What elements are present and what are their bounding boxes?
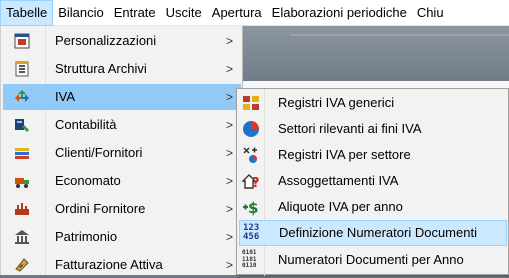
menu-item-fatturazione-attiva[interactable]: Fatturazione Attiva > bbox=[3, 252, 241, 278]
menu-item-iva[interactable]: IVA > bbox=[3, 84, 241, 110]
chevron-right-icon: > bbox=[226, 202, 234, 216]
chevron-right-icon: > bbox=[226, 34, 234, 48]
clients-suppliers-icon bbox=[14, 145, 30, 161]
assets-icon bbox=[14, 229, 30, 245]
submenu-item-label: Registri IVA per settore bbox=[278, 147, 411, 162]
menu-item-label: Economato bbox=[55, 173, 121, 188]
chevron-right-icon: > bbox=[226, 230, 234, 244]
menubar-item-apertura[interactable]: Apertura bbox=[207, 0, 267, 26]
submenu-item-registri-iva-generici[interactable]: Registri IVA generici bbox=[239, 90, 507, 116]
dollar-icon: $ bbox=[242, 198, 260, 216]
menu-item-struttura-archivi[interactable]: Struttura Archivi > bbox=[3, 56, 241, 82]
chevron-right-icon: > bbox=[226, 174, 234, 188]
menu-item-label: Fatturazione Attiva bbox=[55, 257, 163, 272]
menubar-item-entrate[interactable]: Entrate bbox=[109, 0, 161, 26]
menu-item-contabilita[interactable]: Contabilità > bbox=[3, 112, 241, 138]
binary-digits-row3: 0110 bbox=[242, 262, 257, 269]
recycle-arrows-icon bbox=[14, 89, 30, 105]
chevron-right-icon: > bbox=[226, 62, 234, 76]
svg-text:$: $ bbox=[248, 199, 258, 216]
menu-item-label: Patrimonio bbox=[55, 229, 118, 244]
menubar-item-chiusura[interactable]: Chiu bbox=[412, 0, 449, 26]
numbering-icon: 123 456 bbox=[243, 224, 261, 242]
question-icon: ? bbox=[242, 172, 260, 190]
menu-item-patrimonio[interactable]: Patrimonio > bbox=[3, 224, 241, 250]
submenu-item-assoggettamenti-iva[interactable]: ? Assoggettamenti IVA bbox=[239, 168, 507, 194]
truck-icon bbox=[14, 173, 30, 189]
iva-submenu: Registri IVA generici Settori rilevanti … bbox=[236, 88, 509, 276]
menu-item-label: Ordini Fornitore bbox=[55, 201, 146, 216]
tabelle-dropdown-menu: Personalizzazioni > Struttura Archivi > … bbox=[0, 26, 243, 275]
menu-item-label: Clienti/Fornitori bbox=[55, 145, 143, 160]
submenu-item-label: Assoggettamenti IVA bbox=[278, 173, 399, 188]
globe-icon bbox=[242, 120, 260, 138]
menubar-item-bilancio[interactable]: Bilancio bbox=[53, 0, 109, 26]
archive-structure-icon bbox=[14, 61, 30, 77]
submenu-item-definizione-numeratori[interactable]: 123 456 Definizione Numeratori Documenti bbox=[239, 220, 507, 246]
registers-icon bbox=[242, 94, 260, 112]
menu-item-ordini-fornitore[interactable]: Ordini Fornitore > bbox=[3, 196, 241, 222]
submenu-item-aliquote-iva[interactable]: $ Aliquote IVA per anno bbox=[239, 194, 507, 220]
menu-item-economato[interactable]: Economato > bbox=[3, 168, 241, 194]
submenu-item-label: Definizione Numeratori Documenti bbox=[279, 225, 477, 240]
chevron-right-icon: > bbox=[226, 258, 234, 272]
invoicing-icon bbox=[14, 257, 30, 273]
svg-text:?: ? bbox=[252, 176, 260, 190]
submenu-item-numeratori-per-anno[interactable]: 0101 1101 0110 Numeratori Documenti per … bbox=[239, 247, 507, 273]
menubar-item-elaborazioni-periodiche[interactable]: Elaborazioni periodiche bbox=[267, 0, 412, 26]
menu-item-label: Struttura Archivi bbox=[55, 61, 147, 76]
submenu-item-label: Numeratori Documenti per Anno bbox=[278, 252, 464, 267]
numbering-digits-bottom: 456 bbox=[243, 232, 260, 242]
orders-icon bbox=[14, 201, 30, 217]
submenu-item-label: Settori rilevanti ai fini IVA bbox=[278, 121, 422, 136]
menu-item-label: Personalizzazioni bbox=[55, 33, 157, 48]
menu-bar: Tabelle Bilancio Entrate Uscite Apertura… bbox=[0, 0, 509, 26]
accounting-icon bbox=[14, 117, 30, 133]
chevron-right-icon: > bbox=[226, 118, 234, 132]
menu-item-personalizzazioni[interactable]: Personalizzazioni > bbox=[3, 28, 241, 54]
chevron-right-icon: > bbox=[226, 90, 234, 104]
chevron-right-icon: > bbox=[226, 146, 234, 160]
menubar-item-uscite[interactable]: Uscite bbox=[161, 0, 207, 26]
submenu-item-label: Aliquote IVA per anno bbox=[278, 199, 403, 214]
submenu-item-settori-rilevanti[interactable]: Settori rilevanti ai fini IVA bbox=[239, 116, 507, 142]
menu-item-clienti-fornitori[interactable]: Clienti/Fornitori > bbox=[3, 140, 241, 166]
form-icon bbox=[14, 33, 30, 49]
menubar-item-tabelle[interactable]: Tabelle bbox=[0, 0, 54, 26]
submenu-item-registri-iva-settore[interactable]: Registri IVA per settore bbox=[239, 142, 507, 168]
menu-item-label: IVA bbox=[55, 89, 75, 104]
sector-registers-icon bbox=[242, 146, 260, 164]
menu-item-label: Contabilità bbox=[55, 117, 117, 132]
binary-numbers-icon: 0101 1101 0110 bbox=[242, 249, 260, 269]
background-divider bbox=[290, 34, 509, 36]
submenu-item-label: Registri IVA generici bbox=[278, 95, 395, 110]
